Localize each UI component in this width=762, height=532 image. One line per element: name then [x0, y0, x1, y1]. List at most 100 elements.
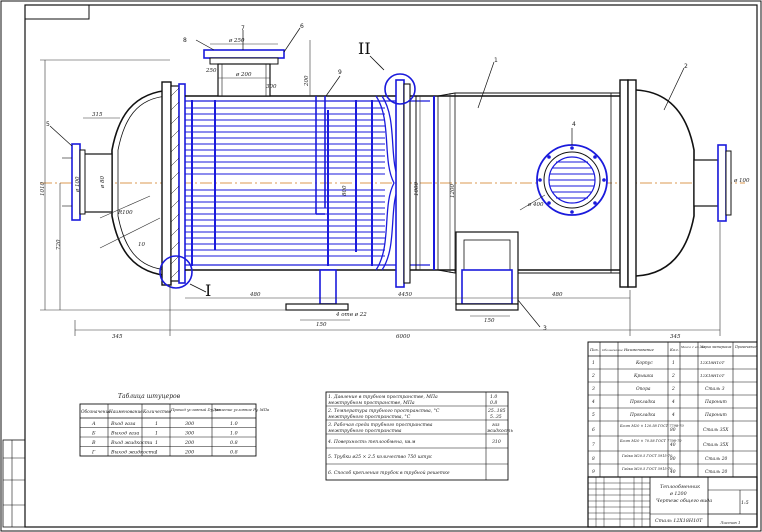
dim-label: 800	[342, 185, 348, 196]
spec-cell: Корпус	[635, 361, 653, 366]
tube-sheet-left	[178, 83, 186, 284]
dim-label: 250	[205, 68, 217, 74]
spec-header: Кол.	[669, 347, 679, 352]
table-cell: 1.0	[230, 421, 238, 427]
callout-label: 3	[543, 325, 547, 332]
title-name-line3: Чертеж общего вида	[656, 497, 712, 504]
callout-label: 7	[241, 25, 245, 32]
dim-label: 10	[138, 242, 145, 248]
table-header: Обозначение	[81, 410, 111, 415]
table-cell: Б	[91, 431, 96, 437]
dim-label: 1010	[40, 182, 46, 196]
spec-cell: 80	[670, 428, 676, 433]
spec-cell: Прокладка	[629, 413, 656, 418]
tech-row-value: 25..185	[487, 408, 506, 414]
table-cell: Вход жидкости	[110, 440, 152, 446]
spec-cell: Гайка М20.5 ГОСТ 5915-70	[621, 454, 673, 458]
dim-label: R100	[117, 210, 133, 216]
drawing-sheet: II I 8 7 6 1 2 4 3 5 9 345 6000 345 480 …	[0, 0, 762, 532]
spec-cell: 6	[592, 428, 595, 433]
spec-cell: 4	[671, 413, 675, 418]
spec-cell: Сталь 3	[705, 387, 725, 392]
spec-cell: 5	[592, 413, 595, 418]
middle-flange	[395, 79, 405, 288]
title-sheet: Листов 1	[719, 520, 741, 525]
table-cell: 300	[185, 431, 194, 437]
table-cell: 200	[184, 450, 194, 456]
spec-cell: 4	[591, 400, 595, 405]
spec-header: Поз.	[589, 347, 599, 352]
spec-cell: 2	[591, 374, 595, 379]
view-label-i: I	[205, 281, 211, 300]
table-cell: 0.8	[230, 440, 238, 446]
view-label-ii: II	[358, 39, 371, 58]
table-cell: А	[91, 421, 96, 427]
left-flange	[161, 81, 172, 286]
table-cell: 1	[155, 431, 158, 437]
tech-row-value: 310	[492, 439, 501, 445]
table-header: Количество	[142, 410, 172, 415]
callout-label: 1	[494, 57, 498, 64]
table-cell: Выход жидкости	[110, 450, 156, 456]
dim-label: ø 100	[75, 176, 81, 193]
title-name-line2: ø 1200	[669, 491, 687, 497]
spec-cell: 3	[592, 387, 595, 392]
table-cell: 200	[184, 440, 194, 446]
spec-cell: Сталь 35Х	[703, 443, 729, 448]
spec-cell: 7	[592, 443, 595, 448]
dim-label: ø 200	[235, 72, 252, 78]
spec-header: Примечание	[734, 345, 756, 349]
callout-label: 4	[572, 121, 576, 128]
spec-cell: 12Х18Н10Т	[700, 373, 725, 378]
table-header: Наименование	[108, 410, 143, 415]
table-cell: 1	[155, 440, 158, 446]
spec-cell: Опора	[636, 387, 651, 392]
dim-label: 150	[316, 322, 327, 328]
dim-label: 480	[551, 292, 563, 298]
dim-label: ø 400	[527, 202, 544, 208]
dim-label: 315	[92, 112, 103, 118]
dim-label: 480	[249, 292, 261, 298]
dim-label: ø 80	[100, 175, 106, 189]
tech-row-label: 2. Температура трубного пространства, °С	[327, 407, 440, 414]
table-cell: 1	[155, 421, 158, 427]
tech-row-value: 0.8	[490, 400, 497, 406]
spec-cell: 4	[671, 400, 675, 405]
spec-cell: Крышка	[633, 374, 654, 379]
tech-row-label: межтрубного пространства, °С	[328, 413, 411, 420]
spec-header: Марка материала	[699, 345, 731, 349]
spec-cell: 40	[669, 443, 676, 448]
tech-row-value: жидкость	[487, 428, 514, 434]
tech-row-label: 6. Способ крепления трубок в трубной реш…	[328, 469, 450, 476]
dim-label: 300	[266, 84, 277, 90]
spec-cell: Гайка М20.5 ГОСТ 5915-70	[621, 467, 673, 471]
spec-cell: Паронит	[704, 413, 727, 418]
spec-cell: 1	[592, 361, 595, 366]
table-cell: Вход газа	[110, 421, 136, 427]
dim-label: 4450	[397, 292, 412, 298]
spec-cell: 40	[669, 470, 676, 475]
spec-cell: Сталь 20	[705, 470, 728, 475]
dim-label: ø 250	[228, 38, 245, 44]
spec-header: Наименование	[623, 347, 655, 352]
nozzle-table-title: Таблица штуцеров	[118, 393, 181, 400]
title-material: Сталь 12Х18Н10Т	[655, 518, 703, 524]
dim-label: ø 100	[733, 178, 750, 184]
right-nozzle	[693, 159, 719, 207]
tech-row-label: межтрубном пространстве, МПа	[328, 399, 415, 406]
tech-row-label: 3. Рабочая среда трубного пространства	[328, 421, 433, 428]
dim-label: 6000	[396, 334, 410, 340]
spec-cell: 2	[671, 387, 675, 392]
spec-cell: 9	[592, 470, 595, 475]
callout-label: 9	[338, 69, 342, 76]
tech-row-label: межтрубного пространства	[328, 427, 402, 434]
dim-label: 720	[56, 239, 62, 250]
dim-label: 345	[112, 334, 123, 340]
spec-header: Обозначение	[602, 348, 623, 352]
spec-cell: Паронит	[704, 400, 727, 405]
left-nozzle	[83, 153, 113, 213]
dim-label: 1000	[414, 182, 420, 196]
table-cell: Выход газа	[110, 431, 139, 437]
tech-row-value: 1.0	[490, 394, 497, 400]
table-cell: 300	[185, 421, 194, 427]
